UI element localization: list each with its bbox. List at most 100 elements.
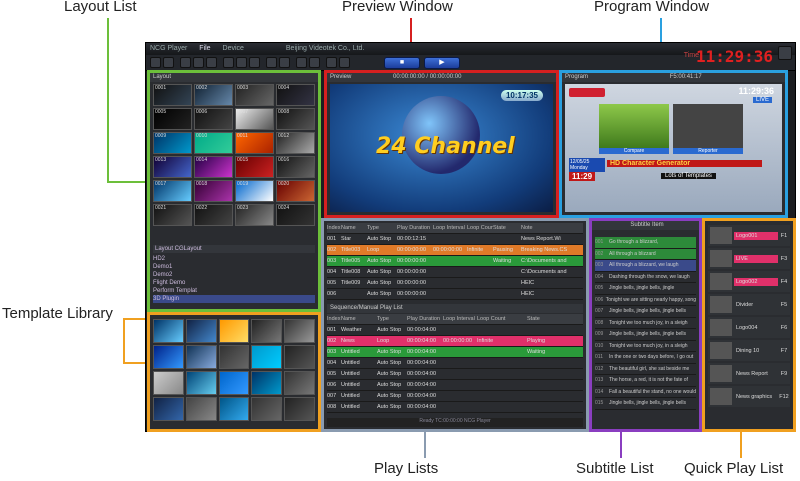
tree-item[interactable]: Demo1 [153, 263, 315, 271]
template-item[interactable] [251, 371, 283, 395]
subtitle-item[interactable]: 008 Tonight we too much joy, in a sleigh [595, 318, 696, 329]
template-item[interactable] [284, 345, 315, 369]
quick-play-item[interactable]: Dining 10 F7 [708, 340, 790, 361]
template-item[interactable] [251, 319, 283, 343]
layout-thumb[interactable]: 0009 [153, 132, 192, 154]
grid-icon[interactable] [249, 57, 260, 68]
subtitle-item[interactable]: 009 Jingle bells, jingle bells, jingle be… [595, 329, 696, 341]
tree-item[interactable]: Demo2 [153, 271, 315, 279]
new-icon[interactable] [180, 57, 191, 68]
window-menu-icon[interactable] [778, 46, 792, 60]
menu-file[interactable]: File [199, 45, 210, 52]
template-item[interactable] [153, 371, 184, 395]
tree-item[interactable]: Perform Templat [153, 287, 315, 295]
template-item[interactable] [284, 397, 315, 421]
playlist-row[interactable]: 004 Title008 Auto Stop 00:00:00:00 C:\Do… [327, 267, 583, 278]
playlist-row-waiting[interactable]: 003 Title005 Auto Stop 00:00:00:00 Waiti… [327, 256, 583, 267]
subtitle-item[interactable]: 010 Tonight we too much joy, in a sleigh [595, 341, 696, 352]
template-item[interactable] [218, 345, 250, 369]
undo-icon[interactable] [150, 57, 161, 68]
subtitle-item[interactable]: 007 Jingle bells, jingle bells, jingle be… [595, 306, 696, 318]
tree-item[interactable]: Flight Demo [153, 279, 315, 287]
quick-play-item[interactable]: News Report F9 [708, 363, 790, 384]
playlist-row[interactable]: 007 Untitled Auto Stop 00:00:04:00 [327, 391, 583, 402]
quick-play-item[interactable]: Logo001 F1 [708, 225, 790, 246]
subtitle-item[interactable]: 001 Go through a blizzard, [595, 237, 696, 249]
zoom-icon[interactable] [296, 57, 307, 68]
template-item[interactable] [284, 319, 315, 343]
layout-tree-tabs[interactable]: Layout CGLayout [153, 245, 315, 253]
subtitle-item[interactable]: 003 All through a blizzard, we laugh [595, 260, 696, 272]
import-icon[interactable] [339, 57, 350, 68]
layout-thumb[interactable]: 0012 [276, 132, 315, 154]
template-item[interactable] [218, 371, 250, 395]
redo-icon[interactable] [163, 57, 174, 68]
subtitle-item[interactable]: 004 Dashing through the snow, we laugh [595, 272, 696, 283]
layout-thumb[interactable]: 0003 [235, 84, 274, 106]
subtitle-item[interactable]: 014 Fall a beautiful the stand, no one wo… [595, 387, 696, 398]
layout-thumb[interactable]: 0011 [235, 132, 274, 154]
playlist-bottom-tab[interactable]: Sequence/Manual Play List [327, 304, 583, 313]
playlist-row[interactable]: 006 Untitled Auto Stop 00:00:04:00 [327, 380, 583, 391]
settings-icon[interactable] [223, 57, 234, 68]
layout-thumb[interactable]: 0008 [276, 108, 315, 130]
export-icon[interactable] [326, 57, 337, 68]
monitor-icon[interactable] [266, 57, 277, 68]
layout-thumb[interactable]: 0007 [235, 108, 274, 130]
layout-thumb[interactable]: 0016 [276, 156, 315, 178]
template-item[interactable] [284, 371, 315, 395]
layout-thumb[interactable]: 0014 [194, 156, 233, 178]
list-icon[interactable] [309, 57, 320, 68]
subtitle-item[interactable]: 013 The horse, a red, it is not the fate … [595, 375, 696, 387]
playlist-row-waiting[interactable]: 003 Untitled Auto Stop 00:00:04:00 Waiti… [327, 347, 583, 358]
layout-thumb[interactable]: 0023 [235, 204, 274, 226]
play-button[interactable]: ▶ [424, 57, 460, 69]
playlist-row[interactable]: 005 Untitled Auto Stop 00:00:04:00 [327, 369, 583, 380]
layout-thumb[interactable]: 0001 [153, 84, 192, 106]
quick-play-item[interactable]: News graphics F12 [708, 386, 790, 407]
layout-thumb[interactable]: 0006 [194, 108, 233, 130]
playlist-row-pausing[interactable]: 002 Title003 Loop 00:00:00:00 00:00:00:0… [327, 245, 583, 256]
layout-thumb[interactable]: 0010 [194, 132, 233, 154]
playlist-row[interactable]: 001 Star Auto Stop 00:00:12:15 News Repo… [327, 234, 583, 245]
quick-play-item[interactable]: Divider F5 [708, 294, 790, 315]
subtitle-item[interactable]: 002 All through a blizzard [595, 248, 696, 260]
template-item[interactable] [153, 397, 184, 421]
open-icon[interactable] [193, 57, 204, 68]
quick-play-item[interactable]: Logo004 F6 [708, 317, 790, 338]
layout-thumb[interactable]: 0015 [235, 156, 274, 178]
tree-item-selected[interactable]: 3D Plugin [153, 295, 315, 303]
layout-thumb[interactable]: 0019 [235, 180, 274, 202]
tree-item[interactable]: HD2 [153, 255, 315, 263]
layout-thumb[interactable]: 0002 [194, 84, 233, 106]
subtitle-item[interactable]: 011 In the one or two days before, I go o… [595, 352, 696, 364]
template-item[interactable] [218, 319, 250, 343]
playlist-row[interactable]: 004 Untitled Auto Stop 00:00:04:00 [327, 358, 583, 369]
layout-thumb[interactable]: 0022 [194, 204, 233, 226]
layout-thumb[interactable]: 0005 [153, 108, 192, 130]
template-item[interactable] [185, 345, 217, 369]
layout-thumb[interactable]: 0021 [153, 204, 192, 226]
subtitle-item[interactable]: 005 Jingle bells, jingle bells, jingle [595, 283, 696, 295]
subtitle-item[interactable]: 006 Tonight we are sitting nearly happy, … [595, 295, 696, 306]
template-item[interactable] [185, 371, 217, 395]
playlist-row[interactable]: 008 Untitled Auto Stop 00:00:04:00 [327, 402, 583, 413]
subtitle-item[interactable]: 012 The beautiful girl, she sat beside me [595, 364, 696, 375]
layout-thumb[interactable]: 0013 [153, 156, 192, 178]
quick-play-item[interactable]: LIVE F3 [708, 248, 790, 269]
template-item[interactable] [153, 345, 184, 369]
layout-thumb[interactable]: 0024 [276, 204, 315, 226]
layout-icon[interactable] [236, 57, 247, 68]
template-item[interactable] [251, 345, 283, 369]
template-item[interactable] [153, 319, 184, 343]
layout-thumb[interactable]: 0018 [194, 180, 233, 202]
playlist-row[interactable]: 005 Title009 Auto Stop 00:00:00:00 HEIC [327, 278, 583, 289]
template-item[interactable] [185, 397, 217, 421]
template-item[interactable] [218, 397, 250, 421]
quick-play-item[interactable]: Logo002 F4 [708, 271, 790, 292]
stop-button[interactable]: ■ [384, 57, 420, 69]
playlist-row-playing[interactable]: 002 News Loop 00:00:04:00 00:00:00:00 In… [327, 336, 583, 347]
output-icon[interactable] [279, 57, 290, 68]
layout-thumb[interactable]: 0020 [276, 180, 315, 202]
playlist-row[interactable]: 006 Auto Stop 00:00:00:00 HEIC [327, 289, 583, 300]
